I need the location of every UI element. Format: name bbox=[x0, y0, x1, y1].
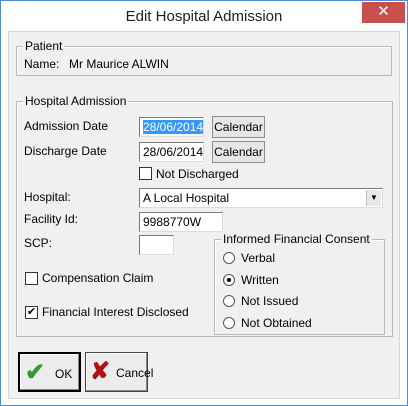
discharge-date-value: 28/06/2014 bbox=[143, 145, 204, 159]
window-title: Edit Hospital Admission bbox=[125, 8, 283, 25]
discharge-date-label: Discharge Date bbox=[24, 144, 107, 158]
compensation-claim-checkbox[interactable] bbox=[25, 272, 38, 285]
patient-group-label: Patient bbox=[23, 39, 65, 53]
admission-date-field[interactable]: 28/06/2014 bbox=[139, 117, 204, 137]
compensation-claim-label: Compensation Claim bbox=[42, 271, 154, 285]
patient-group: Patient Name: Mr Maurice ALWIN bbox=[16, 39, 392, 76]
patient-name-label: Name: bbox=[24, 57, 60, 71]
not-discharged-checkbox[interactable] bbox=[139, 167, 152, 180]
check-icon: ✔ bbox=[25, 359, 46, 386]
financial-interest-checkbox[interactable]: ✔ bbox=[25, 306, 38, 319]
hospital-select-value: A Local Hospital bbox=[143, 191, 230, 205]
admission-date-label: Admission Date bbox=[24, 119, 109, 133]
radio-not-issued-label: Not Issued bbox=[241, 294, 299, 308]
radio-written-label: Written bbox=[241, 273, 279, 287]
close-icon: ✕ bbox=[377, 3, 390, 20]
hospital-admission-group: Hospital Admission Admission Date 28/06/… bbox=[16, 94, 393, 337]
consent-group-label: Informed Financial Consent bbox=[221, 232, 372, 246]
radio-not-obtained-label: Not Obtained bbox=[241, 316, 312, 330]
patient-name-value: Mr Maurice ALWIN bbox=[69, 57, 169, 71]
scp-field[interactable] bbox=[139, 235, 174, 255]
not-discharged-label: Not Discharged bbox=[156, 167, 239, 181]
cross-icon: ✘ bbox=[90, 358, 111, 385]
hospital-admission-group-label: Hospital Admission bbox=[23, 94, 129, 108]
radio-not-obtained[interactable] bbox=[223, 317, 235, 329]
cancel-button[interactable]: ✘ Cancel bbox=[85, 352, 153, 392]
admission-date-value: 28/06/2014 bbox=[143, 120, 204, 134]
cancel-button-label: Cancel bbox=[116, 366, 154, 380]
facility-id-field[interactable]: 9988770W bbox=[139, 212, 223, 232]
radio-not-issued[interactable] bbox=[223, 295, 235, 307]
facility-id-value: 9988770W bbox=[143, 215, 202, 229]
discharge-calendar-button[interactable]: Calendar bbox=[212, 141, 265, 163]
close-button[interactable]: ✕ bbox=[362, 2, 405, 23]
ok-button-label: OK bbox=[55, 367, 73, 381]
scp-label: SCP: bbox=[24, 236, 53, 250]
informed-financial-consent-group: Informed Financial Consent Verbal Writte… bbox=[214, 232, 385, 335]
dialog-body: Patient Name: Mr Maurice ALWIN Hospital … bbox=[8, 31, 400, 399]
hospital-label: Hospital: bbox=[24, 190, 71, 204]
edit-hospital-admission-window: Edit Hospital Admission ✕ Patient Name: … bbox=[0, 0, 408, 406]
radio-verbal-label: Verbal bbox=[241, 251, 276, 265]
ok-button[interactable]: ✔ OK bbox=[18, 352, 81, 392]
radio-written[interactable] bbox=[223, 274, 235, 286]
facility-id-label: Facility Id: bbox=[24, 212, 79, 226]
title-bar: Edit Hospital Admission ✕ bbox=[1, 1, 407, 33]
discharge-date-field[interactable]: 28/06/2014 bbox=[139, 142, 204, 162]
financial-interest-label: Financial Interest Disclosed bbox=[42, 305, 189, 319]
radio-verbal[interactable] bbox=[223, 252, 235, 264]
admission-calendar-button[interactable]: Calendar bbox=[212, 116, 265, 138]
checkmark-icon: ✔ bbox=[26, 306, 37, 318]
chevron-down-icon[interactable]: ▼ bbox=[366, 190, 381, 206]
hospital-select[interactable]: A Local Hospital ▼ bbox=[139, 188, 383, 208]
